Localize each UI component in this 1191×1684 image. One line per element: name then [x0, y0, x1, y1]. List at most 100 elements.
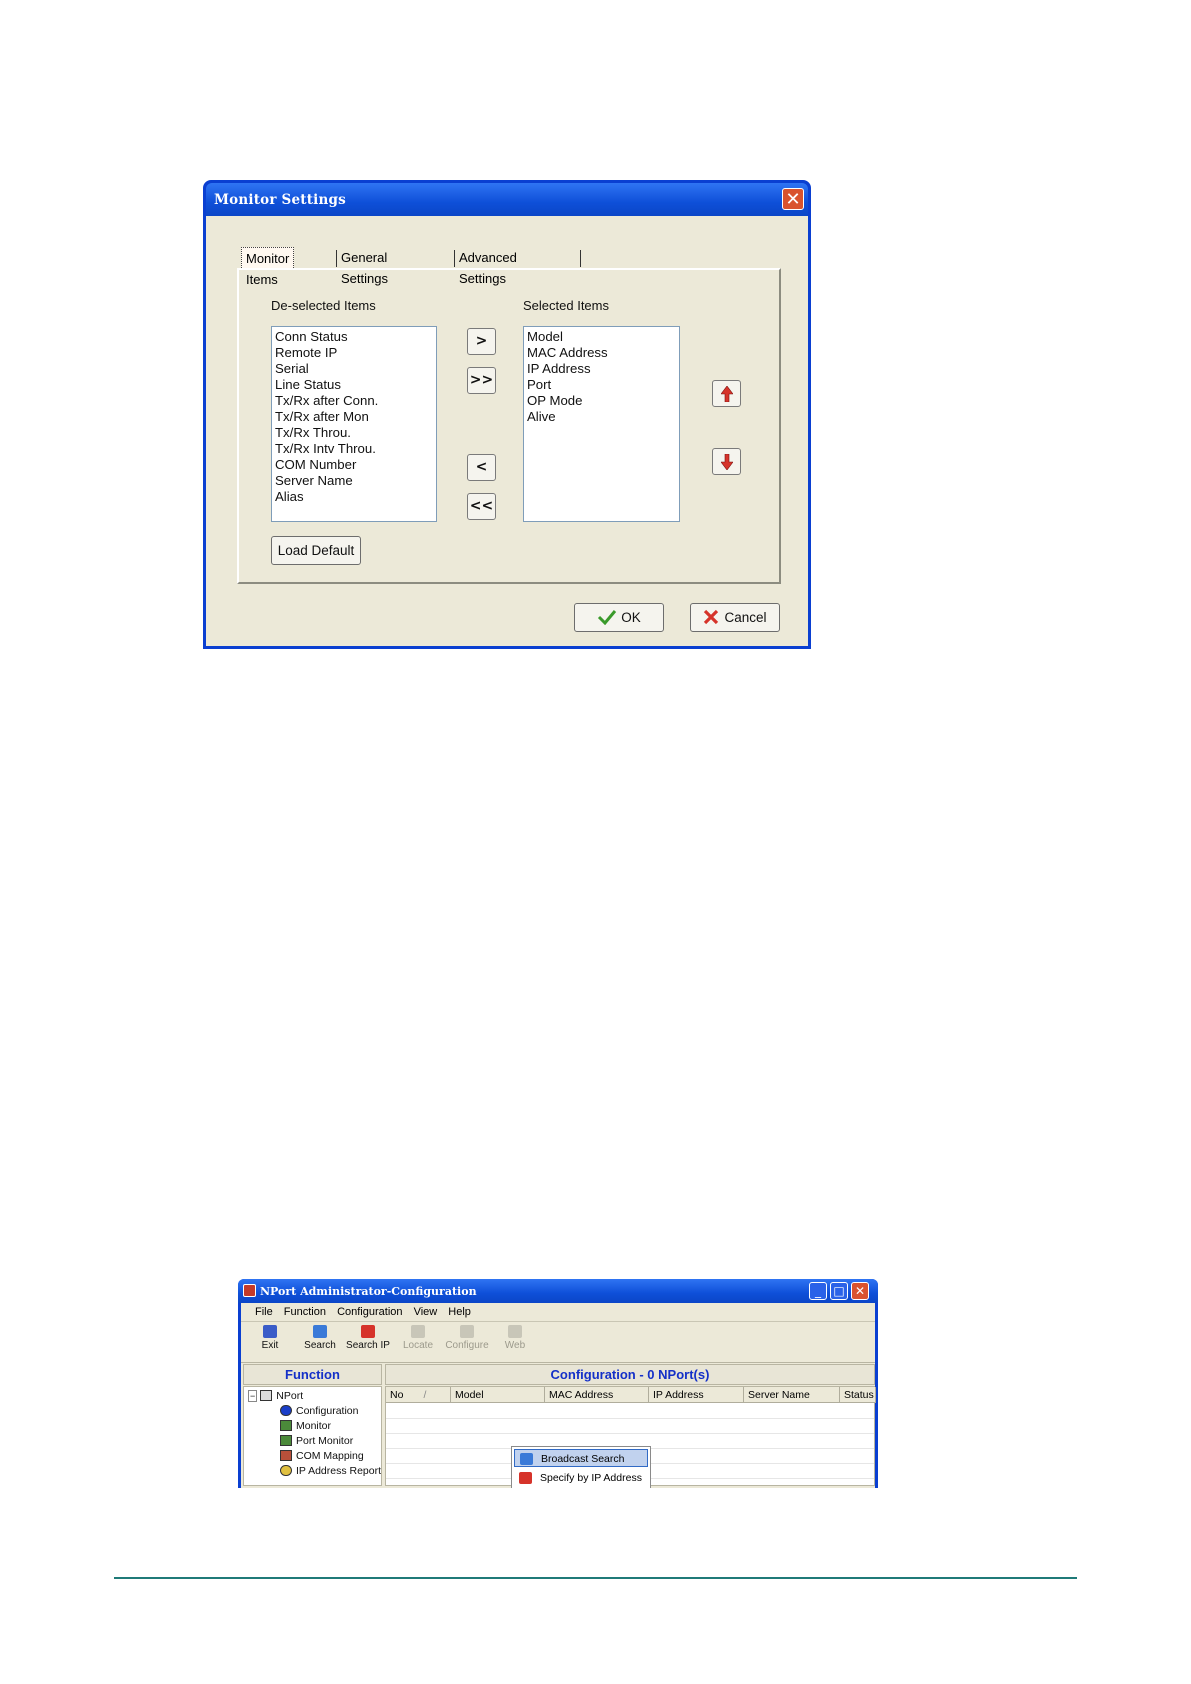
dialog-titlebar: Monitor Settings ✕ — [206, 183, 808, 216]
menu-configuration[interactable]: Configuration — [337, 1306, 402, 1318]
ip-report-icon — [280, 1465, 292, 1476]
tree-root-label: NPort — [276, 1390, 304, 1402]
toolbar-configure-label: Configure — [445, 1340, 489, 1351]
dialog-title: Monitor Settings — [214, 192, 346, 208]
column-header-model[interactable]: Model — [451, 1387, 545, 1403]
deselected-list-item[interactable]: Remote IP — [275, 345, 433, 361]
tree-item-ip-address-report[interactable]: IP Address Report — [280, 1465, 381, 1477]
menu-file[interactable]: File — [255, 1306, 273, 1318]
info-icon — [280, 1405, 292, 1416]
nport-administrator-window: NPort Administrator-Configuration _ □ ✕ … — [238, 1279, 878, 1488]
row-divider — [386, 1418, 874, 1419]
tab-general-settings[interactable]: General Settings — [341, 247, 388, 286]
selected-items-label: Selected Items — [523, 298, 609, 313]
selected-list-item[interactable]: OP Mode — [527, 393, 676, 409]
configuration-pane-header: Configuration - 0 NPort(s) — [385, 1364, 875, 1385]
deselected-list-item[interactable]: Tx/Rx after Conn. — [275, 393, 433, 409]
arrow-down-icon — [720, 454, 733, 470]
monitor-icon — [280, 1420, 292, 1431]
tree-item-com-mapping[interactable]: COM Mapping — [280, 1450, 364, 1462]
tree-item-configuration[interactable]: Configuration — [280, 1405, 358, 1417]
menu-function[interactable]: Function — [284, 1306, 326, 1318]
app-icon — [243, 1284, 256, 1297]
column-header-status[interactable]: Status — [840, 1387, 876, 1403]
toolbar-search-button[interactable]: Search — [297, 1325, 343, 1351]
tree-item-label: IP Address Report — [296, 1465, 382, 1477]
ok-label: OK — [621, 610, 641, 625]
toolbar-locate-button[interactable]: Locate — [395, 1325, 441, 1351]
toolbar-locate-label: Locate — [402, 1340, 434, 1351]
menu-item-broadcast-search[interactable]: Broadcast Search — [514, 1449, 648, 1467]
move-up-button[interactable] — [712, 380, 741, 407]
toolbar-web-label: Web — [504, 1340, 526, 1351]
deselected-list-item[interactable]: Tx/Rx Throu. — [275, 425, 433, 441]
search-ip-icon — [361, 1325, 375, 1338]
column-header-ip-address[interactable]: IP Address — [649, 1387, 744, 1403]
deselected-list-item[interactable]: COM Number — [275, 457, 433, 473]
toolbar-exit-button[interactable]: Exit — [247, 1325, 293, 1351]
deselected-list-item[interactable]: Tx/Rx after Mon — [275, 409, 433, 425]
selected-list-item[interactable]: Port — [527, 377, 676, 393]
column-header-no[interactable]: No / — [386, 1387, 451, 1403]
checkmark-icon — [598, 610, 617, 626]
close-button[interactable]: ✕ — [782, 188, 804, 210]
menu-item-label: Specify by IP Address — [540, 1472, 642, 1484]
window-titlebar: NPort Administrator-Configuration _ □ ✕ — [238, 1279, 878, 1303]
deselected-list-item[interactable]: Alias — [275, 489, 433, 505]
locate-icon — [411, 1325, 425, 1338]
toolbar-configure-button[interactable]: Configure — [444, 1325, 490, 1351]
deselected-items-list[interactable]: Conn Status Remote IP Serial Line Status Tx/… — [271, 326, 437, 522]
sort-indicator: / — [423, 1389, 427, 1401]
cancel-label: Cancel — [724, 610, 767, 625]
tab-separator — [580, 250, 581, 267]
menu-view[interactable]: View — [414, 1306, 438, 1318]
deselected-list-item[interactable]: Line Status — [275, 377, 433, 393]
load-default-button[interactable]: Load Default — [271, 536, 361, 565]
port-monitor-icon — [280, 1435, 292, 1446]
configure-icon — [460, 1325, 474, 1338]
column-header-mac-address[interactable]: MAC Address — [545, 1387, 649, 1403]
window-title: NPort Administrator-Configuration — [260, 1285, 477, 1298]
maximize-button[interactable]: □ — [830, 1282, 848, 1300]
dialog-body: Monitor Items General Settings Advanced … — [206, 216, 808, 646]
toolbar-search-ip-button[interactable]: Search IP — [345, 1325, 391, 1351]
cancel-button[interactable]: Cancel — [690, 603, 780, 632]
minimize-button[interactable]: _ — [809, 1282, 827, 1300]
selected-list-item[interactable]: IP Address — [527, 361, 676, 377]
menu-bar: File Function Configuration View Help — [241, 1303, 875, 1322]
row-divider — [386, 1433, 874, 1434]
toolbar: Exit Search Search IP Locate Configure W… — [241, 1322, 875, 1363]
exit-icon — [263, 1325, 277, 1338]
deselected-list-item[interactable]: Serial — [275, 361, 433, 377]
menu-help[interactable]: Help — [448, 1306, 471, 1318]
window-body: File Function Configuration View Help Ex… — [241, 1303, 876, 1488]
selected-list-item[interactable]: Alive — [527, 409, 676, 425]
menu-item-specify-by-ip[interactable]: Specify by IP Address — [514, 1469, 648, 1487]
deselected-list-item[interactable]: Tx/Rx Intv Throu. — [275, 441, 433, 457]
tree-item-label: COM Mapping — [296, 1450, 364, 1462]
tree-item-monitor[interactable]: Monitor — [280, 1420, 331, 1432]
monitor-settings-dialog: Monitor Settings ✕ Monitor Items General… — [203, 180, 811, 649]
toolbar-web-button[interactable]: Web — [492, 1325, 538, 1351]
deselected-list-item[interactable]: Server Name — [275, 473, 433, 489]
collapse-icon[interactable]: − — [248, 1390, 258, 1402]
ok-button[interactable]: OK — [574, 603, 664, 632]
menu-item-label: Broadcast Search — [541, 1453, 625, 1465]
selected-list-item[interactable]: MAC Address — [527, 345, 676, 361]
move-down-button[interactable] — [712, 448, 741, 475]
column-header-server-name[interactable]: Server Name — [744, 1387, 840, 1403]
deselected-list-item[interactable]: Conn Status — [275, 329, 433, 345]
selected-list-item[interactable]: Model — [527, 329, 676, 345]
tree-root-nport[interactable]: − NPort — [248, 1390, 303, 1402]
com-mapping-icon — [280, 1450, 292, 1461]
tab-advanced-settings[interactable]: Advanced Settings — [459, 247, 517, 286]
move-all-left-button[interactable]: << — [467, 493, 496, 520]
tab-monitor-items[interactable]: Monitor Items — [241, 247, 295, 287]
move-all-right-button[interactable]: >> — [467, 367, 496, 394]
move-left-button[interactable]: < — [467, 454, 496, 481]
tree-item-port-monitor[interactable]: Port Monitor — [280, 1435, 353, 1447]
move-right-button[interactable]: > — [467, 328, 496, 355]
tree-item-label: Port Monitor — [296, 1435, 354, 1447]
selected-items-list[interactable]: Model MAC Address IP Address Port OP Mode Ali… — [523, 326, 680, 522]
close-button[interactable]: ✕ — [851, 1282, 869, 1300]
